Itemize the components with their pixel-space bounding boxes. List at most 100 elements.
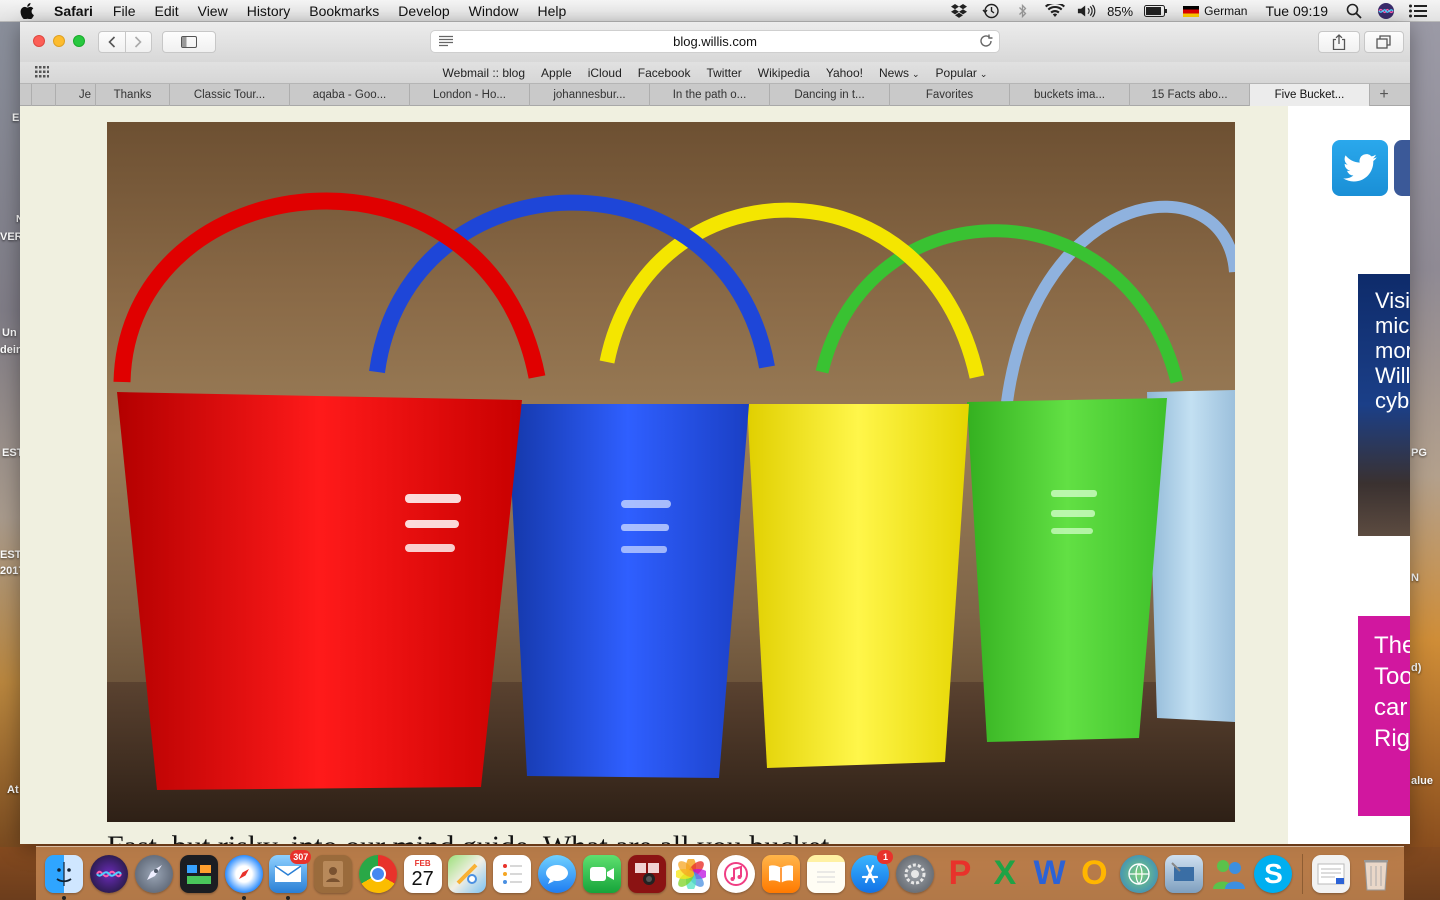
tab-label: Five Bucket... <box>1274 89 1345 101</box>
facebook-share-button[interactable] <box>1394 140 1410 196</box>
contacts-icon[interactable] <box>314 854 353 893</box>
apple-menu-icon[interactable] <box>20 2 34 19</box>
word-icon[interactable]: W <box>1031 854 1069 893</box>
tab-five-buckets[interactable]: Five Bucket... <box>1250 84 1370 106</box>
wifi-icon[interactable] <box>1045 3 1066 19</box>
tab-pinned[interactable] <box>20 84 32 106</box>
ad-text-line: cyb <box>1375 388 1410 413</box>
menu-bookmarks[interactable]: Bookmarks <box>309 3 379 19</box>
mission-control-icon[interactable] <box>179 854 218 893</box>
tab-favorites[interactable]: Favorites <box>890 84 1010 106</box>
favorite-facebook[interactable]: Facebook <box>638 66 691 80</box>
remote-desktop-icon[interactable] <box>1164 854 1203 893</box>
tab-buckets-images[interactable]: buckets ima... <box>1010 84 1130 106</box>
dropbox-icon[interactable] <box>949 3 969 19</box>
mail-unread-badge: 307 <box>290 849 312 864</box>
maps-icon[interactable] <box>448 854 487 893</box>
volume-icon[interactable] <box>1077 3 1097 19</box>
powerpoint-icon[interactable]: P <box>941 854 979 893</box>
zoom-window-button[interactable] <box>73 35 85 47</box>
siri-icon[interactable] <box>1376 3 1396 19</box>
favorite-wikipedia[interactable]: Wikipedia <box>758 66 810 80</box>
safari-icon[interactable] <box>224 854 263 900</box>
favorite-folder-news[interactable]: News ⌄ <box>879 66 920 80</box>
trash-icon[interactable] <box>1357 855 1395 893</box>
battery-icon[interactable] <box>1143 3 1169 19</box>
sidebar-toggle-button[interactable] <box>162 31 216 53</box>
reader-view-icon[interactable] <box>439 35 453 50</box>
tab-15-facts[interactable]: 15 Facts abo... <box>1130 84 1250 106</box>
share-button[interactable] <box>1318 31 1360 53</box>
tab-aqaba[interactable]: aqaba - Goo... <box>290 84 410 106</box>
notes-icon[interactable] <box>806 854 845 893</box>
menu-safari[interactable]: Safari <box>54 3 93 19</box>
favorite-webmail[interactable]: Webmail :: blog <box>443 66 525 80</box>
battery-percentage[interactable]: 85% <box>1107 4 1133 19</box>
time-machine-icon[interactable] <box>981 3 1001 19</box>
chevron-down-icon: ⌄ <box>912 68 920 79</box>
favorite-twitter[interactable]: Twitter <box>706 66 741 80</box>
favorite-folder-popular[interactable]: Popular ⌄ <box>936 66 988 80</box>
messenger-people-icon[interactable] <box>1210 855 1248 893</box>
spotlight-icon[interactable] <box>1344 3 1364 19</box>
tab-dancing[interactable]: Dancing in t... <box>770 84 890 106</box>
calendar-icon[interactable]: FEB 27 <box>403 854 442 893</box>
promo-text-line: car <box>1374 694 1408 721</box>
launchpad-icon[interactable] <box>134 854 173 893</box>
tab-johannesburg[interactable]: johannesbur... <box>530 84 650 106</box>
close-window-button[interactable] <box>33 35 45 47</box>
forward-button[interactable] <box>124 32 151 52</box>
photo-booth-icon[interactable] <box>627 854 666 893</box>
documents-stack-icon[interactable] <box>1312 854 1351 893</box>
top-sites-grid-icon[interactable] <box>35 66 49 81</box>
back-button[interactable] <box>99 32 125 52</box>
photos-icon[interactable] <box>672 854 711 893</box>
facetime-icon[interactable] <box>582 854 621 893</box>
tab-london[interactable]: London - Ho... <box>410 84 530 106</box>
messages-icon[interactable] <box>537 854 576 893</box>
input-source-menu[interactable]: German <box>1183 4 1247 18</box>
promo-text-line: Too <box>1374 663 1410 690</box>
reminders-icon[interactable] <box>493 854 532 893</box>
menu-edit[interactable]: Edit <box>154 3 178 19</box>
tab-thanks[interactable]: Thanks <box>96 84 170 106</box>
minimize-window-button[interactable] <box>53 35 65 47</box>
new-tab-button[interactable]: + <box>1370 84 1398 106</box>
favorite-icloud[interactable]: iCloud <box>588 66 622 80</box>
sidebar-ad-banner[interactable]: Visi mic mor Will cyb <box>1358 274 1410 536</box>
siri-icon[interactable] <box>90 854 129 893</box>
menu-clock[interactable]: Tue 09:19 <box>1265 3 1328 19</box>
favorite-apple[interactable]: Apple <box>541 66 572 80</box>
tab-pinned[interactable] <box>32 84 56 106</box>
app-store-icon[interactable]: 1 <box>851 849 894 893</box>
desktop-fragment: At <box>7 784 19 796</box>
network-globe-icon[interactable] <box>1120 854 1159 893</box>
chrome-icon[interactable] <box>358 854 397 893</box>
menu-history[interactable]: History <box>247 3 291 19</box>
skype-icon[interactable]: S <box>1254 854 1293 893</box>
address-bar[interactable]: blog.willis.com <box>430 30 1000 53</box>
menu-develop[interactable]: Develop <box>398 3 449 19</box>
twitter-share-button[interactable] <box>1332 140 1388 196</box>
menu-file[interactable]: File <box>113 3 136 19</box>
menu-window[interactable]: Window <box>469 3 519 19</box>
tab-in-the-path[interactable]: In the path o... <box>650 84 770 106</box>
finder-icon[interactable] <box>45 854 84 900</box>
sidebar-promo-banner[interactable]: The Too car Rig <box>1358 616 1410 816</box>
ibooks-icon[interactable] <box>761 854 800 893</box>
system-preferences-icon[interactable] <box>896 854 935 893</box>
tab-classic-tour[interactable]: Classic Tour... <box>170 84 290 106</box>
notification-center-icon[interactable] <box>1408 3 1428 19</box>
menu-view[interactable]: View <box>198 3 228 19</box>
reload-icon[interactable] <box>979 34 993 51</box>
tab-je[interactable]: Je <box>56 84 96 106</box>
menu-help[interactable]: Help <box>537 3 566 19</box>
excel-icon[interactable]: X <box>986 854 1024 893</box>
bluetooth-icon[interactable] <box>1013 3 1033 19</box>
outlook-icon[interactable]: O <box>1075 854 1113 893</box>
tab-label: buckets ima... <box>1034 89 1105 101</box>
show-all-tabs-button[interactable] <box>1364 31 1404 53</box>
itunes-icon[interactable] <box>717 854 756 893</box>
favorite-yahoo[interactable]: Yahoo! <box>826 66 863 80</box>
mail-icon[interactable]: 307 <box>269 849 312 900</box>
